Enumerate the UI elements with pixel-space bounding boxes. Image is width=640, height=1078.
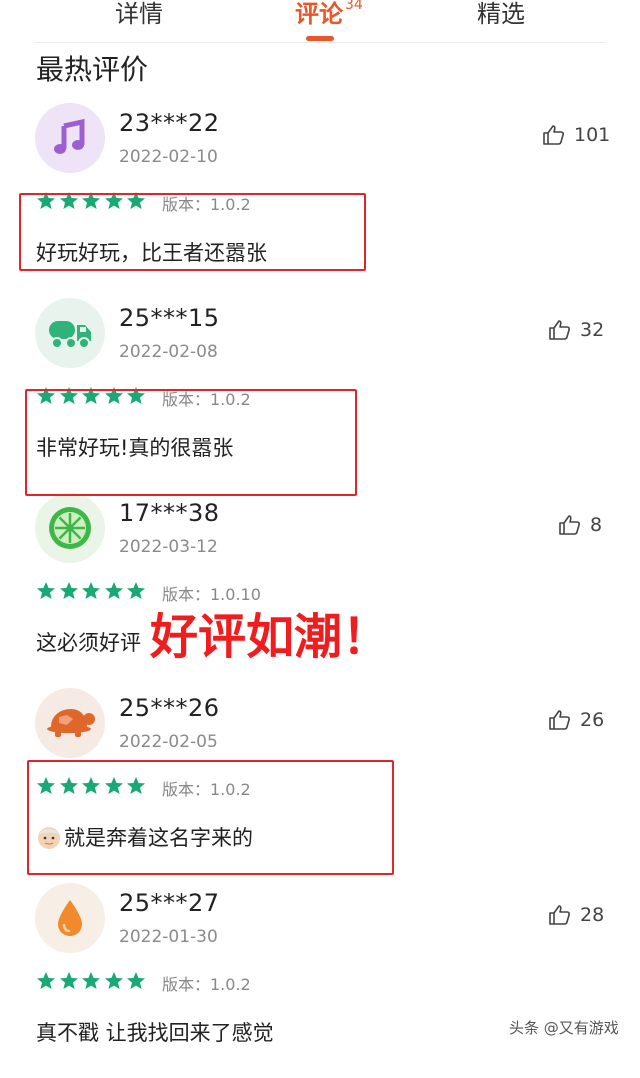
avatar[interactable] (35, 103, 105, 173)
star-icon (82, 972, 100, 989)
like-button[interactable]: 26 (548, 708, 604, 732)
star-rating (36, 971, 149, 991)
review-text: 真不戳 让我找回来了感觉 (36, 1021, 274, 1045)
tab-details-label: 详情 (115, 0, 163, 28)
tab-featured-label: 精选 (477, 0, 525, 28)
avatar[interactable] (35, 883, 105, 953)
tab-divider (34, 42, 606, 43)
section-title: 最热评价 (36, 53, 149, 86)
username: 25***26 (119, 694, 220, 722)
like-count: 8 (590, 514, 603, 536)
like-button[interactable]: 32 (548, 318, 604, 342)
lime-icon (49, 507, 91, 549)
highlight-box (19, 193, 366, 271)
star-rating (36, 581, 149, 601)
thumbs-up-icon (549, 710, 570, 730)
tab-bar: 详情 评论 34 精选 (0, 0, 640, 44)
review-date: 2022-02-10 (119, 147, 218, 167)
star-icon (37, 582, 55, 599)
music-note-icon (54, 118, 85, 154)
tab-details[interactable]: 详情 (115, 0, 163, 29)
highlight-box (27, 760, 394, 875)
like-count: 26 (580, 709, 605, 731)
watermark: 头条 @又有游戏 (509, 1019, 619, 1037)
star-icon (127, 582, 145, 599)
star-icon (59, 972, 78, 989)
thumbs-up-icon (549, 320, 570, 340)
username: 25***15 (119, 304, 220, 332)
username: 23***22 (119, 109, 220, 137)
review-date: 2022-02-08 (119, 342, 218, 362)
like-button[interactable]: 101 (542, 123, 610, 147)
active-tab-indicator (306, 36, 334, 41)
avatar[interactable] (35, 688, 105, 758)
star-icon (127, 972, 145, 989)
username: 25***27 (119, 889, 220, 917)
username: 17***38 (119, 499, 220, 527)
version-label: 版本：1.0.2 (162, 975, 251, 994)
review-date: 2022-01-30 (119, 927, 218, 947)
review-item: 25***27 2022-01-30 28 版本：1.0.2 真不戳 让我找回来… (0, 883, 640, 1078)
comment-count-badge: 34 (345, 0, 363, 13)
tab-comments-label: 评论 (295, 0, 343, 28)
avatar[interactable] (35, 493, 105, 563)
water-drop-icon (58, 900, 82, 936)
like-count: 32 (580, 319, 605, 341)
like-button[interactable]: 8 (558, 513, 602, 537)
highlight-box (25, 389, 357, 496)
thumbs-up-icon (543, 125, 564, 145)
star-icon (104, 582, 123, 599)
turtle-icon (47, 709, 95, 737)
review-text: 这必须好评 (36, 631, 141, 655)
tab-featured[interactable]: 精选 (477, 0, 525, 29)
like-count: 28 (580, 904, 605, 926)
truck-icon (49, 321, 91, 349)
star-icon (37, 972, 55, 989)
star-icon (59, 582, 78, 599)
like-count: 101 (574, 124, 611, 146)
avatar[interactable] (35, 298, 105, 368)
tab-comments[interactable]: 评论 34 (295, 0, 363, 29)
review-date: 2022-02-05 (119, 732, 218, 752)
thumbs-up-icon (559, 515, 580, 535)
star-icon (104, 972, 123, 989)
star-icon (82, 582, 100, 599)
overlay-caption: 好评如潮！ (150, 609, 391, 665)
review-date: 2022-03-12 (119, 537, 218, 557)
like-button[interactable]: 28 (548, 903, 604, 927)
thumbs-up-icon (549, 905, 570, 925)
